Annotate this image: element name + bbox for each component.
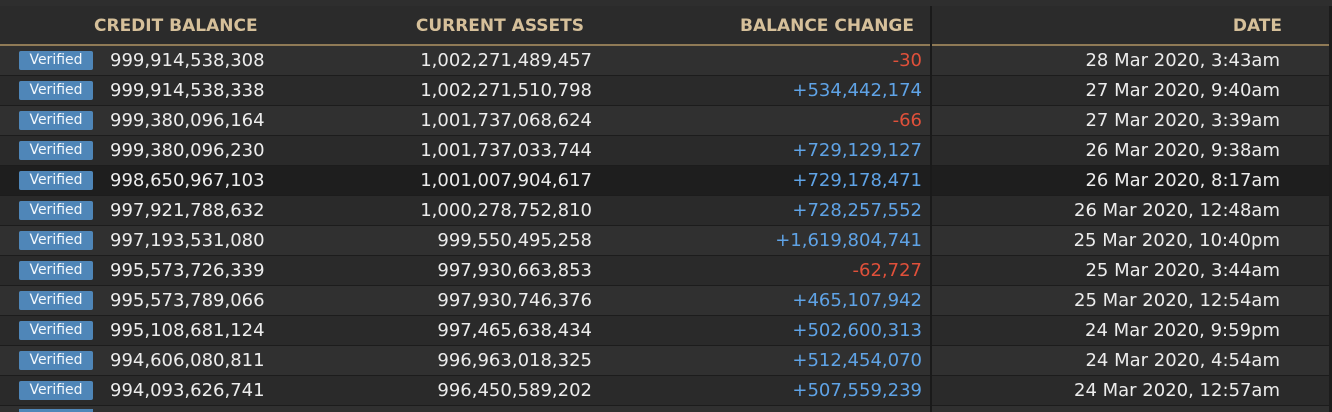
balance-change-cell: -30 — [892, 50, 922, 71]
verified-badge: Verified — [19, 201, 93, 220]
credit-balance-cell: 999,380,096,230 — [110, 140, 265, 161]
balance-change-cell: +502,600,313 — [792, 320, 922, 341]
current-assets-cell: 1,002,271,489,457 — [420, 50, 592, 71]
current-assets-cell: 1,002,271,510,798 — [420, 80, 592, 101]
table-row[interactable]: Verified 999,914,538,308 1,002,271,489,457… — [0, 46, 1332, 76]
date-cell: 27 Mar 2020, 9:40am — [1085, 80, 1280, 101]
balance-change-cell: -66 — [892, 110, 922, 131]
verified-badge: Verified — [19, 171, 93, 190]
current-assets-cell: 1,001,007,904,617 — [420, 170, 592, 191]
verified-badge: Verified — [19, 141, 93, 160]
table-row[interactable]: Verified 997,921,788,632 1,000,278,752,810… — [0, 196, 1332, 226]
credit-balance-cell: 995,573,789,066 — [110, 290, 265, 311]
current-assets-cell: 997,930,663,853 — [437, 260, 592, 281]
credit-balance-cell: 995,108,681,124 — [110, 320, 265, 341]
credit-balance-cell: 997,193,531,080 — [110, 230, 265, 251]
balance-change-cell: +729,178,471 — [792, 170, 922, 191]
table-row[interactable]: Verified 995,108,681,124 997,465,638,434 +5… — [0, 316, 1332, 346]
verified-badge: Verified — [19, 111, 93, 130]
balance-change-cell: +728,257,552 — [792, 200, 922, 221]
verified-badge: Verified — [19, 51, 93, 70]
balance-change-cell: +729,129,127 — [792, 140, 922, 161]
table-row[interactable]: Verified 994,093,626,741 996,450,589,202 +5… — [0, 376, 1332, 406]
credit-balance-cell: 999,380,096,164 — [110, 110, 265, 131]
balance-change-cell: +465,107,942 — [792, 290, 922, 311]
current-assets-cell: 1,001,737,068,624 — [420, 110, 592, 131]
column-divider — [930, 6, 932, 412]
table-body: Verified 999,914,538,308 1,002,271,489,457… — [0, 46, 1332, 406]
credit-balance-cell: 999,914,538,338 — [110, 80, 265, 101]
table-row[interactable]: Verified 997,193,531,080 999,550,495,258 +1… — [0, 226, 1332, 256]
credit-balance-cell: 997,921,788,632 — [110, 200, 265, 221]
credit-balance-cell: 998,650,967,103 — [110, 170, 265, 191]
current-assets-cell: 997,930,746,376 — [437, 290, 592, 311]
date-cell: 24 Mar 2020, 12:57am — [1074, 380, 1280, 401]
current-assets-cell: 999,550,495,258 — [437, 230, 592, 251]
table-row-partial — [0, 406, 1332, 412]
table-row[interactable]: Verified 999,380,096,164 1,001,737,068,624… — [0, 106, 1332, 136]
date-cell: 25 Mar 2020, 12:54am — [1074, 290, 1280, 311]
date-cell: 28 Mar 2020, 3:43am — [1085, 50, 1280, 71]
transactions-table: CREDIT BALANCE CURRENT ASSETS BALANCE CH… — [0, 0, 1332, 412]
verified-badge: Verified — [19, 381, 93, 400]
date-cell: 26 Mar 2020, 9:38am — [1085, 140, 1280, 161]
date-cell: 25 Mar 2020, 3:44am — [1085, 260, 1280, 281]
table-row[interactable]: Verified 995,573,726,339 997,930,663,853 -6… — [0, 256, 1332, 286]
table-row[interactable]: Verified 998,650,967,103 1,001,007,904,617… — [0, 166, 1332, 196]
verified-badge: Verified — [19, 321, 93, 340]
verified-badge: Verified — [19, 291, 93, 310]
balance-change-cell: +512,454,070 — [792, 350, 922, 371]
verified-badge: Verified — [19, 231, 93, 250]
current-assets-cell: 1,000,278,752,810 — [420, 200, 592, 221]
balance-change-cell: +507,559,239 — [792, 380, 922, 401]
date-cell: 25 Mar 2020, 10:40pm — [1073, 230, 1280, 251]
current-assets-cell: 996,963,018,325 — [437, 350, 592, 371]
date-cell: 26 Mar 2020, 8:17am — [1085, 170, 1280, 191]
credit-balance-cell: 995,573,726,339 — [110, 260, 265, 281]
balance-change-cell: +1,619,804,741 — [775, 230, 922, 251]
verified-badge: Verified — [19, 81, 93, 100]
current-assets-cell: 996,450,589,202 — [437, 380, 592, 401]
table-header: CREDIT BALANCE CURRENT ASSETS BALANCE CH… — [0, 6, 1332, 46]
balance-change-cell: -62,727 — [852, 260, 922, 281]
current-assets-cell: 997,465,638,434 — [437, 320, 592, 341]
header-credit-balance[interactable]: CREDIT BALANCE — [94, 6, 258, 44]
header-current-assets[interactable]: CURRENT ASSETS — [416, 6, 584, 44]
credit-balance-cell: 999,914,538,308 — [110, 50, 265, 71]
verified-badge: Verified — [19, 261, 93, 280]
table-row[interactable]: Verified 999,914,538,338 1,002,271,510,798… — [0, 76, 1332, 106]
table-row[interactable]: Verified 995,573,789,066 997,930,746,376 +4… — [0, 286, 1332, 316]
verified-badge: Verified — [19, 351, 93, 370]
credit-balance-cell: 994,606,080,811 — [110, 350, 265, 371]
date-cell: 27 Mar 2020, 3:39am — [1085, 110, 1280, 131]
date-cell: 24 Mar 2020, 9:59pm — [1085, 320, 1280, 341]
header-date[interactable]: DATE — [1233, 6, 1282, 44]
header-balance-change[interactable]: BALANCE CHANGE — [740, 6, 914, 44]
balance-change-cell: +534,442,174 — [792, 80, 922, 101]
date-cell: 24 Mar 2020, 4:54am — [1085, 350, 1280, 371]
credit-balance-cell: 994,093,626,741 — [110, 380, 265, 401]
table-row[interactable]: Verified 994,606,080,811 996,963,018,325 +5… — [0, 346, 1332, 376]
current-assets-cell: 1,001,737,033,744 — [420, 140, 592, 161]
table-row[interactable]: Verified 999,380,096,230 1,001,737,033,744… — [0, 136, 1332, 166]
date-cell: 26 Mar 2020, 12:48am — [1074, 200, 1280, 221]
